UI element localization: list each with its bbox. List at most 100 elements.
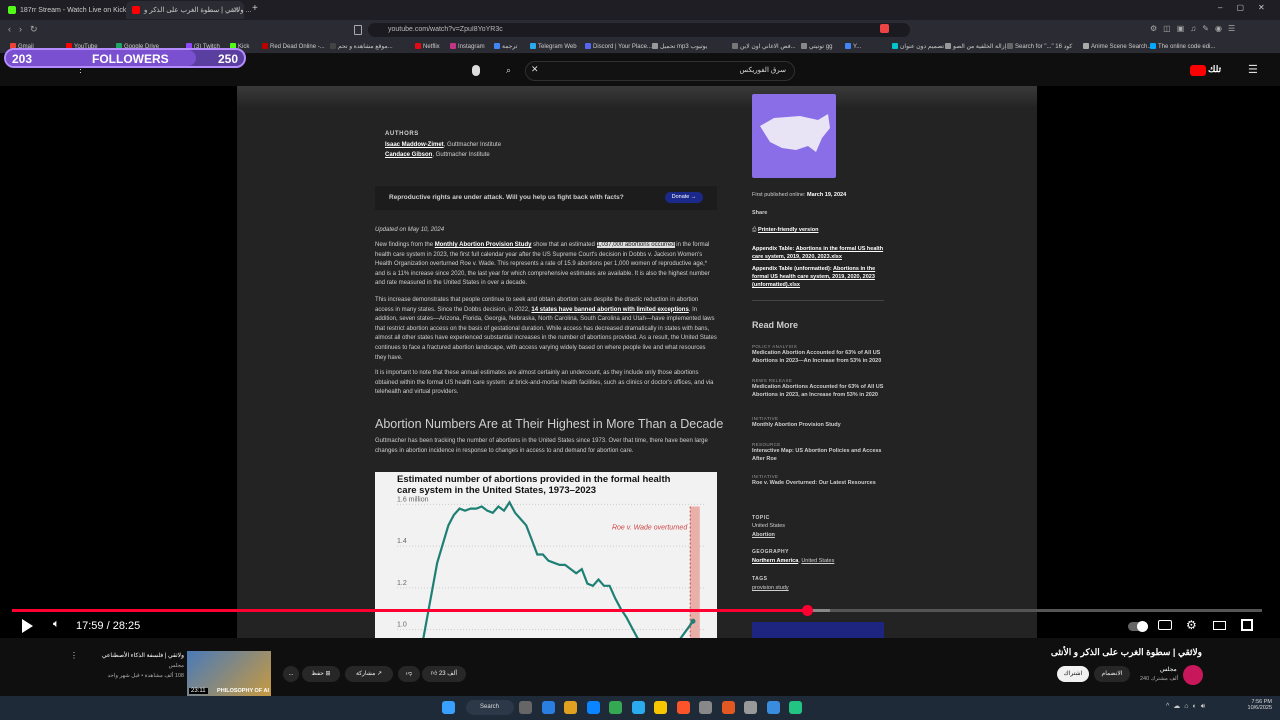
taskbar-search[interactable]: Search bbox=[466, 700, 514, 715]
tag-link[interactable]: provision study bbox=[752, 584, 789, 594]
chrome-icon[interactable] bbox=[609, 701, 622, 714]
settings-icon[interactable]: ⚙ bbox=[1186, 618, 1197, 632]
topic-link[interactable]: Abortion bbox=[752, 531, 775, 541]
read-more-link[interactable]: Interactive Map: US Abortion Policies an… bbox=[752, 447, 886, 463]
bookmark-label: Search for "..." 16 كود bbox=[1015, 44, 1073, 50]
extensions-toolbar[interactable]: ⚙◫▣♫✎◉☰ bbox=[1150, 24, 1270, 34]
app-icon[interactable] bbox=[789, 701, 802, 714]
copilot-icon[interactable] bbox=[541, 701, 555, 714]
play-icon[interactable] bbox=[22, 619, 33, 633]
mic-icon[interactable] bbox=[472, 65, 480, 76]
author-link[interactable]: Isaac Maddow-Zimet bbox=[385, 142, 444, 148]
geography-link[interactable]: Northern America bbox=[752, 558, 798, 564]
theater-mode-icon[interactable] bbox=[1213, 621, 1226, 630]
share-button[interactable]: مشاركة ↗ bbox=[345, 666, 393, 682]
volume-icon[interactable]: 🔈︎ bbox=[53, 618, 60, 631]
followers-goal-overlay: 203 FOLLOWERS 250 bbox=[4, 48, 246, 68]
edge-icon[interactable] bbox=[586, 701, 600, 714]
kick-icon bbox=[8, 6, 16, 14]
dislike-icon[interactable]: 👎︎ bbox=[398, 666, 420, 682]
windows-start-icon[interactable] bbox=[442, 701, 455, 714]
like-button[interactable]: 👍︎ 23 ألف bbox=[422, 666, 466, 682]
app-icon[interactable] bbox=[744, 701, 757, 714]
followers-goal: 250 bbox=[217, 52, 238, 66]
autoplay-toggle[interactable] bbox=[1128, 621, 1148, 632]
read-more-link[interactable]: Roe v. Wade Overturned: Our Latest Resou… bbox=[752, 479, 886, 487]
seek-bar[interactable] bbox=[12, 605, 1262, 616]
study-link[interactable]: Monthly Abortion Provision Study bbox=[435, 242, 532, 248]
channel-avatar[interactable] bbox=[1183, 665, 1203, 685]
youtube-logo-icon[interactable] bbox=[1190, 65, 1206, 76]
close-tab-icon[interactable]: ✕ bbox=[233, 6, 239, 14]
bookmark-icon[interactable] bbox=[354, 25, 362, 35]
save-button[interactable]: حفظ ⊞ bbox=[302, 666, 340, 682]
telegram-icon[interactable] bbox=[631, 701, 645, 714]
task-view-icon[interactable] bbox=[519, 701, 532, 714]
nav-buttons[interactable]: ‹›↻ bbox=[8, 24, 46, 35]
bookmark-item[interactable]: The online code edi... bbox=[1150, 43, 1215, 50]
read-more-link[interactable]: Medication Abortions Accounted for 63% o… bbox=[752, 383, 886, 399]
fullscreen-icon[interactable] bbox=[1241, 619, 1253, 631]
join-button[interactable]: الانضمام bbox=[1094, 666, 1130, 682]
file-explorer-icon[interactable] bbox=[564, 701, 577, 714]
player-controls: 🔈︎ 17:59 / 28:25 ⚙ bbox=[0, 614, 1280, 638]
published-label: First published online: bbox=[752, 192, 808, 198]
author-link[interactable]: Candace Gibson bbox=[385, 152, 432, 158]
menu-icon[interactable]: ☰ bbox=[1248, 63, 1258, 76]
geography-link[interactable]: United States bbox=[801, 558, 834, 564]
browser-tab-bar: 187rr Stream - Watch Live on Kick ولاثقي… bbox=[0, 0, 1280, 20]
brave-icon[interactable] bbox=[676, 701, 690, 714]
bookmark-item[interactable]: Red Dead Online -... bbox=[262, 43, 325, 50]
donate-text: Reproductive rights are under attack. Wi… bbox=[389, 194, 624, 201]
brave-shield-icon[interactable] bbox=[880, 24, 889, 33]
bookmark-favicon-icon bbox=[732, 43, 738, 49]
bookmark-item[interactable]: تصميم دون عنوان bbox=[892, 43, 944, 50]
window-controls[interactable]: –▢✕ bbox=[1218, 3, 1279, 12]
printer-link[interactable]: Printer-friendly version bbox=[758, 227, 819, 233]
bookmark-item[interactable]: توتيتي gg bbox=[801, 43, 832, 50]
more-actions-button[interactable]: ... bbox=[283, 666, 299, 682]
bookmark-favicon-icon bbox=[845, 43, 851, 49]
search-input[interactable]: سرق الفوريكس bbox=[525, 61, 795, 81]
subtitles-icon[interactable] bbox=[1158, 620, 1172, 630]
app-icon[interactable] bbox=[699, 701, 712, 714]
url-field[interactable]: youtube.com/watch?v=ZpuI8YoYR3c bbox=[368, 23, 910, 37]
search-icon[interactable]: ⌕ bbox=[506, 65, 511, 76]
bookmark-item[interactable]: Y... bbox=[845, 43, 861, 50]
clear-search-icon[interactable]: ✕ bbox=[531, 64, 539, 75]
bookmark-item[interactable]: تحميل mp3 يوتيوب bbox=[652, 43, 707, 50]
bookmark-favicon-icon bbox=[1083, 43, 1089, 49]
bookmark-item[interactable]: موقع مشاهدة و تحم... bbox=[330, 43, 393, 50]
tab-youtube[interactable]: ولاثقي | سطوة الغرب على الذكر و ... ✕ bbox=[126, 1, 251, 19]
bookmark-item[interactable]: Search for "..." 16 كود bbox=[1007, 43, 1072, 50]
subscribe-button[interactable]: اشتراك bbox=[1057, 666, 1089, 682]
bookmark-item[interactable]: ترجمة bbox=[494, 43, 517, 50]
recommended-thumbnail[interactable]: PHILOSOPHY OF AI 23:11 bbox=[187, 651, 271, 697]
paragraph-2: This increase demonstrates that people c… bbox=[375, 297, 717, 361]
y-tick-label: 1.4 bbox=[397, 538, 407, 545]
printer-icon[interactable]: ⎙ Printer-friendly version bbox=[752, 226, 818, 236]
app-icon[interactable] bbox=[721, 701, 735, 714]
tab-kick[interactable]: 187rr Stream - Watch Live on Kick bbox=[2, 1, 126, 19]
donate-button[interactable]: Donate → bbox=[665, 192, 703, 203]
system-tray[interactable]: ^☁⌂◐🔊︎ bbox=[1166, 702, 1209, 711]
steam-icon[interactable] bbox=[766, 701, 780, 714]
read-more-link[interactable]: Medication Abortion Accounted for 63% of… bbox=[752, 349, 886, 365]
bookmark-item[interactable]: Anime Scene Search... bbox=[1083, 43, 1152, 50]
bookmark-item[interactable]: Netflix bbox=[415, 43, 440, 50]
bookmark-item[interactable]: Instagram bbox=[450, 43, 485, 50]
youtube-icon bbox=[132, 6, 140, 14]
new-tab-button[interactable]: + bbox=[252, 3, 258, 14]
recommended-more-icon[interactable]: ⋮ bbox=[70, 651, 78, 660]
app-icon[interactable] bbox=[654, 701, 667, 714]
bans-link[interactable]: 14 states have banned abortion with limi… bbox=[531, 307, 688, 313]
clock[interactable]: 7:56 PM 10/6/2025 bbox=[1238, 699, 1272, 711]
bookmark-item[interactable]: فص الاغاني اون لاين... bbox=[732, 43, 796, 50]
channel-name[interactable]: مجلس bbox=[1160, 666, 1177, 673]
bookmark-item[interactable]: Discord | Your Place... bbox=[585, 43, 652, 50]
bookmark-item[interactable]: إزالة الخلفية من الصو... bbox=[945, 43, 1011, 50]
read-more-link[interactable]: Monthly Abortion Provision Study bbox=[752, 421, 886, 429]
bookmark-item[interactable]: Telegram Web bbox=[530, 43, 577, 50]
authors-heading: AUTHORS bbox=[385, 131, 419, 137]
recommended-title[interactable]: ولاثقي | فلسفة الذكاء الأصطناعي bbox=[102, 652, 184, 659]
